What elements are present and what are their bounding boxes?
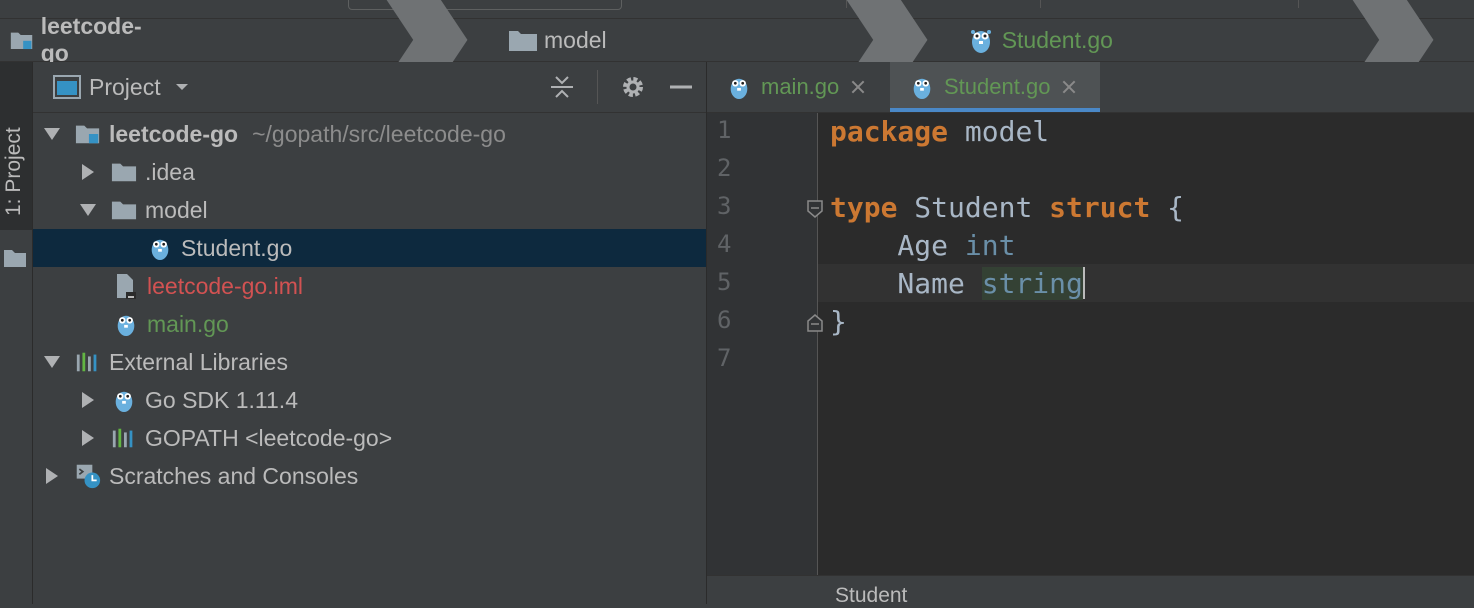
breadcrumb-folder[interactable]: model <box>508 19 607 61</box>
project-folder-icon <box>10 32 33 50</box>
tree-item-main-go[interactable]: main.go <box>33 305 706 343</box>
line-number: 2 <box>717 154 732 182</box>
gopher-icon <box>111 387 137 413</box>
tree-item-label: .idea <box>145 158 195 185</box>
code-line-3: type Student struct { <box>830 191 1185 224</box>
gopher-icon <box>113 311 139 337</box>
tree-item-iml[interactable]: leetcode-go.iml <box>33 267 706 305</box>
tree-item-root[interactable]: leetcode-go ~/gopath/src/leetcode-go <box>33 115 706 153</box>
line-number: 3 <box>717 192 732 220</box>
library-icon <box>111 425 137 451</box>
tree-item-gopath[interactable]: GOPATH <leetcode-go> <box>33 419 706 457</box>
editor-breadcrumb-struct[interactable]: Student <box>835 584 907 608</box>
line-number: 7 <box>717 344 732 372</box>
collapse-all-icon[interactable] <box>549 74 575 100</box>
toolbar-separator <box>1040 0 1041 8</box>
expand-down-icon[interactable] <box>41 351 63 373</box>
project-view-icon <box>53 75 81 99</box>
tree-item-idea[interactable]: .idea <box>33 153 706 191</box>
project-tool-tab-label: 1: Project <box>2 127 25 216</box>
editor-tab-bar: main.go Student.go <box>707 62 1474 113</box>
expand-right-icon[interactable] <box>41 465 63 487</box>
fold-end-icon[interactable] <box>806 313 824 333</box>
code-line-4: Age int <box>830 229 1016 262</box>
tab-student-go[interactable]: Student.go <box>890 62 1100 112</box>
header-separator <box>597 70 598 104</box>
tree-item-path: ~/gopath/src/leetcode-go <box>252 120 506 147</box>
gopher-icon <box>147 235 173 261</box>
code-line-5: Name string <box>830 267 1085 300</box>
tree-item-external-libraries[interactable]: External Libraries <box>33 343 706 381</box>
tab-label: Student.go <box>944 74 1051 99</box>
folder-icon <box>509 31 538 51</box>
text-cursor <box>1082 267 1085 299</box>
folder-icon <box>111 197 137 223</box>
expand-right-icon[interactable] <box>77 427 99 449</box>
tree-item-label: leetcode-go <box>109 120 239 147</box>
tab-label: main.go <box>761 74 840 99</box>
breadcrumb-file-label: Student.go <box>1001 26 1113 53</box>
project-panel-header: Project <box>33 62 706 113</box>
gear-icon[interactable] <box>620 74 646 100</box>
code-area[interactable]: package model type Student struct { Age … <box>830 113 1470 575</box>
tree-item-label: leetcode-go.iml <box>147 272 303 299</box>
tree-item-scratches[interactable]: Scratches and Consoles <box>33 457 706 495</box>
tree-item-label: GOPATH <leetcode-go> <box>145 424 393 451</box>
project-panel: Project leetcode-go ~/gopath/src/leetcod… <box>33 62 707 604</box>
tree-item-student-go[interactable]: Student.go <box>33 229 706 267</box>
left-tool-strip: 1: Project <box>0 62 33 604</box>
tree-item-model[interactable]: model <box>33 191 706 229</box>
expand-down-icon[interactable] <box>41 123 63 145</box>
tree-item-label: model <box>145 196 208 223</box>
tree-item-label: Student.go <box>181 234 293 261</box>
fold-collapse-icon[interactable] <box>806 199 824 219</box>
breadcrumb-project-label: leetcode-go <box>40 13 142 66</box>
code-line-6: } <box>830 305 847 338</box>
tree-item-label: Scratches and Consoles <box>109 462 359 489</box>
tree-item-label: main.go <box>147 310 229 337</box>
breadcrumb-project[interactable]: leetcode-go <box>10 13 147 66</box>
scratches-icon <box>75 463 101 489</box>
code-editor[interactable]: 1 2 3 4 5 6 7 package model type Student… <box>707 113 1474 575</box>
editor-breadcrumb-bar: Student <box>707 575 1474 608</box>
project-folder-icon <box>75 121 101 147</box>
library-icon <box>75 349 101 375</box>
module-file-icon <box>113 273 139 299</box>
line-number: 6 <box>717 306 732 334</box>
project-view-selector[interactable]: Project <box>89 74 161 101</box>
expand-right-icon[interactable] <box>77 389 99 411</box>
code-line-1: package model <box>830 115 1050 148</box>
expand-down-icon[interactable] <box>77 199 99 221</box>
tree-item-label: External Libraries <box>109 348 288 375</box>
gopher-icon <box>970 30 991 53</box>
folder-icon <box>111 159 137 185</box>
line-number: 4 <box>717 230 732 258</box>
editor-gutter: 1 2 3 4 5 6 7 <box>707 113 818 575</box>
close-icon[interactable] <box>1062 80 1076 94</box>
breadcrumb-folder-label: model <box>544 26 607 53</box>
line-number: 1 <box>717 116 732 144</box>
tree-item-label: Go SDK 1.11.4 <box>145 386 298 413</box>
folder-icon[interactable] <box>3 248 27 268</box>
gopher-icon <box>730 78 748 99</box>
tab-main-go[interactable]: main.go <box>707 62 887 112</box>
close-icon[interactable] <box>851 80 865 94</box>
tree-item-go-sdk[interactable]: Go SDK 1.11.4 <box>33 381 706 419</box>
chevron-down-icon[interactable] <box>175 82 189 92</box>
gopher-icon <box>913 78 931 99</box>
hide-panel-icon[interactable] <box>668 74 694 100</box>
line-number: 5 <box>717 268 732 296</box>
expand-right-icon[interactable] <box>77 161 99 183</box>
breadcrumb-file[interactable]: Student.go <box>968 19 1113 61</box>
project-tool-tab[interactable]: 1: Project <box>0 62 32 230</box>
navigation-bar: leetcode-go model Student.go <box>0 0 1474 391</box>
active-tab-indicator <box>890 108 1100 112</box>
